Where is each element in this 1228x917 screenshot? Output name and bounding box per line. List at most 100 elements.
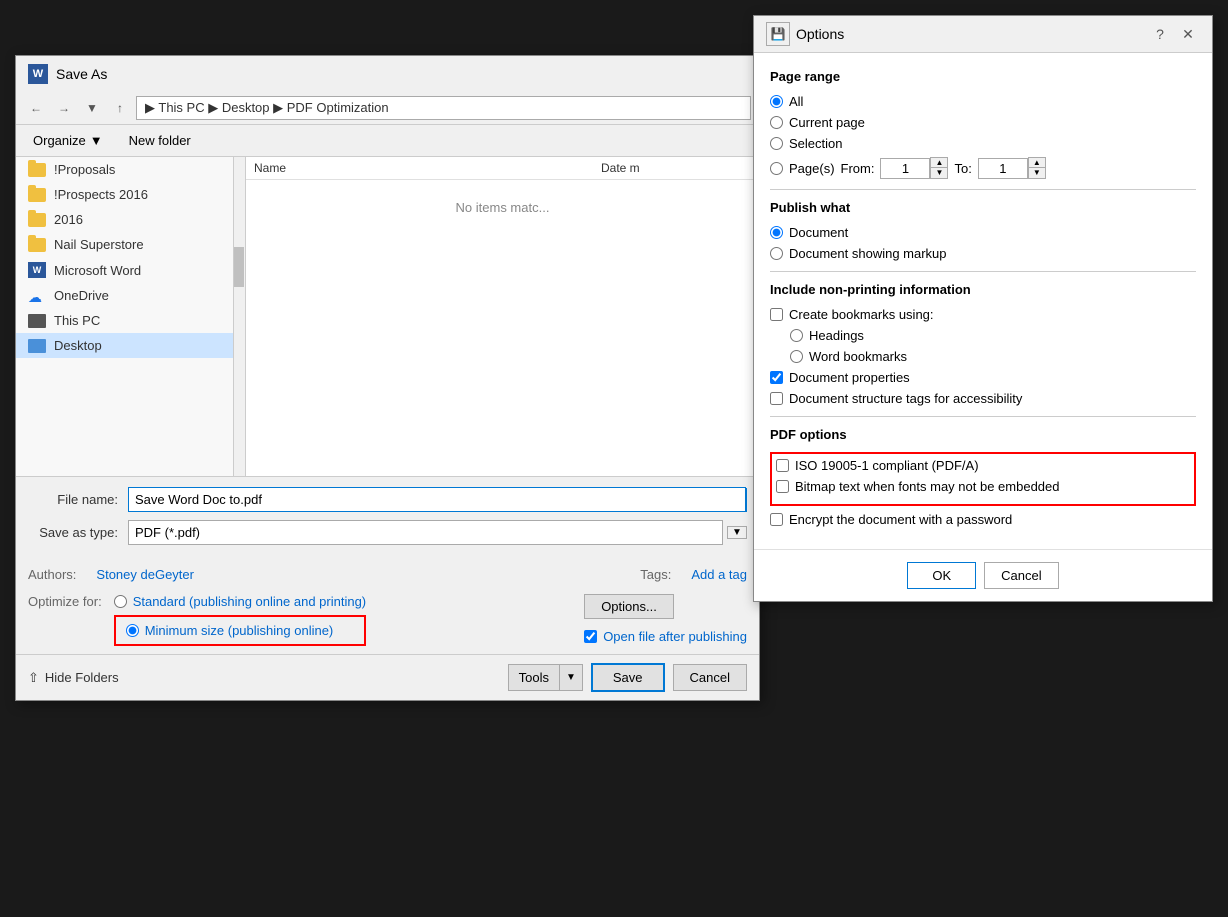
up-button[interactable]: ↑ <box>108 96 132 120</box>
authors-value[interactable]: Stoney deGeyter <box>96 567 194 582</box>
sidebar-label: 2016 <box>54 212 83 227</box>
bitmap-label: Bitmap text when fonts may not be embedd… <box>795 479 1060 494</box>
sidebar-item-nail-superstore[interactable]: Nail Superstore <box>16 232 245 257</box>
save-button[interactable]: Save <box>591 663 665 692</box>
to-input[interactable] <box>978 158 1028 179</box>
from-spinner[interactable]: ▲ ▼ <box>930 157 948 179</box>
standard-radio[interactable] <box>114 595 127 608</box>
doc-structure-checkbox[interactable] <box>770 392 783 405</box>
options-dialog: 💾 Options ? ✕ Page range All Current pag… <box>753 15 1213 602</box>
word-bookmarks-radio[interactable] <box>790 350 803 363</box>
open-file-row: Open file after publishing <box>584 629 747 644</box>
breadcrumb[interactable]: ▶ This PC ▶ Desktop ▶ PDF Optimization <box>136 96 751 120</box>
col-name-header[interactable]: Name <box>254 161 601 175</box>
document-radio[interactable] <box>770 226 783 239</box>
word-icon-small: W <box>28 262 46 278</box>
chevron-up-icon: ⇧ <box>28 670 39 686</box>
from-input[interactable] <box>880 158 930 179</box>
savetype-dropdown[interactable]: PDF (*.pdf) <box>128 520 723 545</box>
selection-radio[interactable] <box>770 137 783 150</box>
back-button[interactable]: ← <box>24 96 48 120</box>
help-button[interactable]: ? <box>1148 22 1172 46</box>
organize-button[interactable]: Organize ▼ <box>24 129 112 152</box>
document-radio-row: Document <box>770 225 1196 240</box>
headings-row: Headings <box>770 328 1196 343</box>
file-list: Name Date m No items matc... <box>246 157 759 476</box>
iso-row: ISO 19005-1 compliant (PDF/A) <box>776 458 1190 473</box>
page-range-title: Page range <box>770 69 1196 84</box>
sidebar-label: Microsoft Word <box>54 263 141 278</box>
sidebar-item-microsoft-word[interactable]: W Microsoft Word <box>16 257 245 283</box>
standard-option[interactable]: Standard (publishing online and printing… <box>114 594 366 609</box>
forward-button[interactable]: → <box>52 96 76 120</box>
options-cancel-button[interactable]: Cancel <box>984 562 1058 589</box>
pages-radio[interactable] <box>770 162 783 175</box>
sidebar-item-2016[interactable]: 2016 <box>16 207 245 232</box>
doc-properties-checkbox[interactable] <box>770 371 783 384</box>
savetype-label: Save as type: <box>28 525 128 540</box>
tools-dropdown[interactable]: Tools ▼ <box>508 664 583 691</box>
publish-what-title: Publish what <box>770 200 1196 215</box>
filename-input[interactable] <box>128 487 746 512</box>
save-as-title: Save As <box>56 66 107 82</box>
doc-properties-row: Document properties <box>770 370 1196 385</box>
encrypt-checkbox[interactable] <box>770 513 783 526</box>
save-as-dialog: W Save As ← → ▼ ↑ ▶ This PC ▶ Desktop ▶ … <box>15 55 760 701</box>
document-markup-radio[interactable] <box>770 247 783 260</box>
hide-folders[interactable]: ⇧ Hide Folders <box>28 670 119 686</box>
headings-radio[interactable] <box>790 329 803 342</box>
divider2 <box>770 271 1196 272</box>
to-spinner[interactable]: ▲ ▼ <box>1028 157 1046 179</box>
sidebar: !Proposals !Prospects 2016 2016 Nail Sup… <box>16 157 246 476</box>
sidebar-item-onedrive[interactable]: ☁ OneDrive <box>16 283 245 308</box>
from-spin-up[interactable]: ▲ <box>931 158 947 168</box>
sidebar-scrollbar-thumb[interactable] <box>234 247 244 287</box>
options-button[interactable]: Options... <box>584 594 674 619</box>
create-bookmarks-label: Create bookmarks using: <box>789 307 934 322</box>
dropdown-button[interactable]: ▼ <box>80 96 104 120</box>
sidebar-item-thispc[interactable]: This PC <box>16 308 245 333</box>
sidebar-item-proposals[interactable]: !Proposals <box>16 157 245 182</box>
optimize-row: Optimize for: Standard (publishing onlin… <box>16 586 759 654</box>
word-icon: W <box>28 64 48 84</box>
cancel-button[interactable]: Cancel <box>673 664 747 691</box>
sidebar-label: OneDrive <box>54 288 109 303</box>
all-radio[interactable] <box>770 95 783 108</box>
savetype-dropdown-arrow[interactable]: ▼ <box>727 526 747 539</box>
tags-value[interactable]: Add a tag <box>691 567 747 582</box>
minimum-label: Minimum size (publishing online) <box>145 623 334 638</box>
open-file-checkbox[interactable] <box>584 630 597 643</box>
to-spin-up[interactable]: ▲ <box>1029 158 1045 168</box>
from-spin-down[interactable]: ▼ <box>931 168 947 178</box>
folder-icon <box>28 188 46 202</box>
sidebar-item-prospects[interactable]: !Prospects 2016 <box>16 182 245 207</box>
sidebar-scrollbar[interactable] <box>233 157 245 476</box>
sidebar-label: Nail Superstore <box>54 237 144 252</box>
create-bookmarks-checkbox[interactable] <box>770 308 783 321</box>
iso-checkbox[interactable] <box>776 459 789 472</box>
selection-label: Selection <box>789 136 842 151</box>
ok-button[interactable]: OK <box>907 562 976 589</box>
open-file-label: Open file after publishing <box>603 629 747 644</box>
pdf-highlighted-options: ISO 19005-1 compliant (PDF/A) Bitmap tex… <box>770 452 1196 506</box>
tools-label: Tools <box>509 665 560 690</box>
current-page-radio-row: Current page <box>770 115 1196 130</box>
minimum-radio[interactable] <box>126 624 139 637</box>
headings-label: Headings <box>809 328 864 343</box>
bitmap-checkbox[interactable] <box>776 480 789 493</box>
doc-structure-label: Document structure tags for accessibilit… <box>789 391 1022 406</box>
file-list-header: Name Date m <box>246 157 759 180</box>
sidebar-item-desktop[interactable]: Desktop <box>16 333 245 358</box>
all-radio-row: All <box>770 94 1196 109</box>
options-icon-button[interactable]: 💾 <box>766 22 790 46</box>
close-button[interactable]: ✕ <box>1176 22 1200 46</box>
minimum-option-box: Minimum size (publishing online) <box>114 615 366 646</box>
col-date-header: Date m <box>601 161 751 175</box>
document-label: Document <box>789 225 848 240</box>
current-page-radio[interactable] <box>770 116 783 129</box>
filename-label: File name: <box>28 492 128 507</box>
folder-icon <box>28 213 46 227</box>
word-bookmarks-row: Word bookmarks <box>770 349 1196 364</box>
to-spin-down[interactable]: ▼ <box>1029 168 1045 178</box>
new-folder-button[interactable]: New folder <box>120 129 200 152</box>
